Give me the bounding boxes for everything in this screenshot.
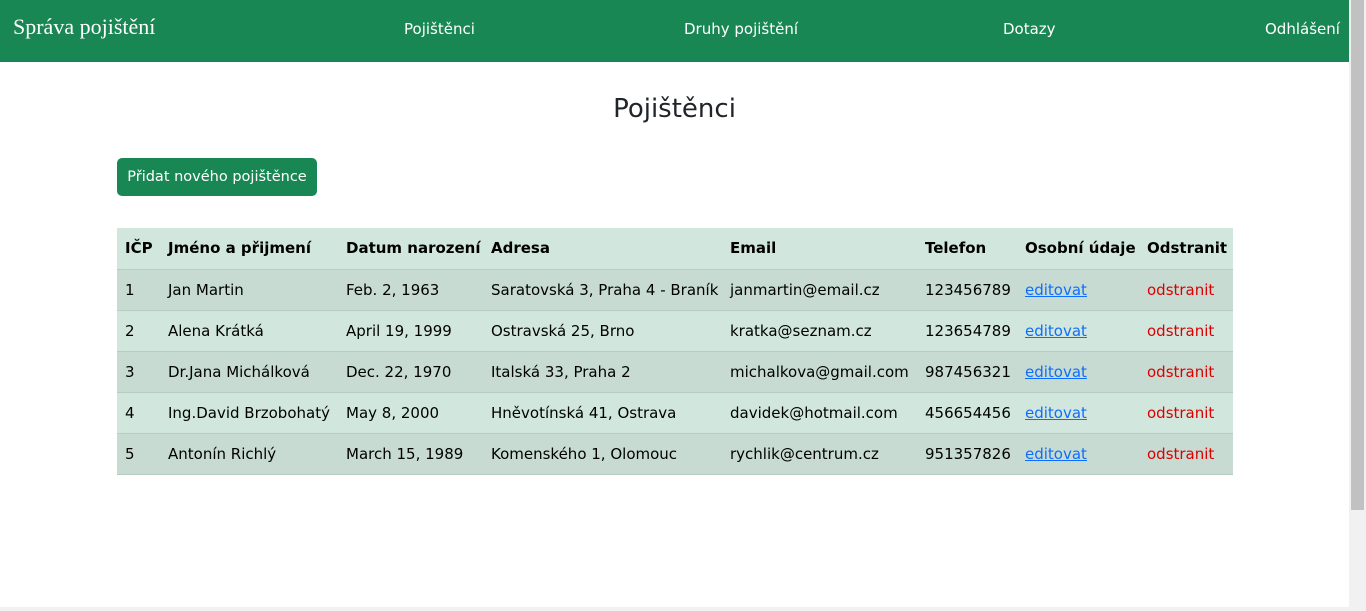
column-header-name: Jméno a přijmení bbox=[160, 228, 338, 270]
remove-link[interactable]: odstranit bbox=[1147, 322, 1214, 340]
cell-email: davidek@hotmail.com bbox=[722, 392, 917, 434]
cell-remove: odstranit bbox=[1139, 269, 1233, 311]
table-header-row: IČP Jméno a přijmení Datum narození Adre… bbox=[117, 228, 1233, 270]
edit-link[interactable]: editovat bbox=[1025, 445, 1087, 463]
cell-edit: editovat bbox=[1017, 351, 1139, 393]
cell-remove: odstranit bbox=[1139, 433, 1233, 475]
add-insured-button[interactable]: Přidat nového pojištěnce bbox=[117, 158, 317, 196]
cell-icp: 2 bbox=[117, 310, 160, 352]
cell-birth: Feb. 2, 1963 bbox=[338, 269, 483, 311]
column-header-address: Adresa bbox=[483, 228, 722, 270]
remove-link[interactable]: odstranit bbox=[1147, 404, 1214, 422]
cell-email: kratka@seznam.cz bbox=[722, 310, 917, 352]
edit-link[interactable]: editovat bbox=[1025, 363, 1087, 381]
page-title: Pojištěnci bbox=[613, 94, 736, 124]
insured-table: IČP Jméno a přijmení Datum narození Adre… bbox=[117, 228, 1233, 475]
cell-birth: March 15, 1989 bbox=[338, 433, 483, 475]
table-row: 5 Antonín Richlý March 15, 1989 Komenské… bbox=[117, 433, 1233, 475]
column-header-phone: Telefon bbox=[917, 228, 1017, 270]
cell-remove: odstranit bbox=[1139, 351, 1233, 393]
cell-phone: 987456321 bbox=[917, 351, 1017, 393]
cell-name: Alena Krátká bbox=[160, 310, 338, 352]
cell-name: Ing.David Brzobohatý bbox=[160, 392, 338, 434]
remove-link[interactable]: odstranit bbox=[1147, 445, 1214, 463]
top-navbar: Správa pojištění Pojištěnci Druhy pojišt… bbox=[0, 0, 1349, 62]
cell-address: Ostravská 25, Brno bbox=[483, 310, 722, 352]
cell-phone: 456654456 bbox=[917, 392, 1017, 434]
column-header-email: Email bbox=[722, 228, 917, 270]
cell-birth: April 19, 1999 bbox=[338, 310, 483, 352]
nav-link-odhlaseni[interactable]: Odhlášení bbox=[1265, 20, 1340, 38]
cell-name: Jan Martin bbox=[160, 269, 338, 311]
column-header-personal: Osobní údaje bbox=[1017, 228, 1139, 270]
cell-address: Saratovská 3, Praha 4 - Braník bbox=[483, 269, 722, 311]
table-row: 3 Dr.Jana Michálková Dec. 22, 1970 Itals… bbox=[117, 351, 1233, 393]
column-header-remove: Odstranit bbox=[1139, 228, 1233, 270]
edit-link[interactable]: editovat bbox=[1025, 281, 1087, 299]
cell-remove: odstranit bbox=[1139, 392, 1233, 434]
cell-icp: 1 bbox=[117, 269, 160, 311]
cell-remove: odstranit bbox=[1139, 310, 1233, 352]
cell-edit: editovat bbox=[1017, 392, 1139, 434]
cell-address: Italská 33, Praha 2 bbox=[483, 351, 722, 393]
cell-edit: editovat bbox=[1017, 310, 1139, 352]
table-row: 4 Ing.David Brzobohatý May 8, 2000 Hněvo… bbox=[117, 392, 1233, 434]
cell-icp: 3 bbox=[117, 351, 160, 393]
cell-icp: 5 bbox=[117, 433, 160, 475]
edit-link[interactable]: editovat bbox=[1025, 322, 1087, 340]
edit-link[interactable]: editovat bbox=[1025, 404, 1087, 422]
cell-phone: 951357826 bbox=[917, 433, 1017, 475]
brand-link[interactable]: Správa pojištění bbox=[13, 14, 155, 40]
table-row: 2 Alena Krátká April 19, 1999 Ostravská … bbox=[117, 310, 1233, 352]
cell-email: rychlik@centrum.cz bbox=[722, 433, 917, 475]
cell-address: Komenského 1, Olomouc bbox=[483, 433, 722, 475]
cell-icp: 4 bbox=[117, 392, 160, 434]
nav-link-druhy-pojisteni[interactable]: Druhy pojištění bbox=[684, 20, 798, 38]
column-header-birth: Datum narození bbox=[338, 228, 483, 270]
nav-link-pojistenci[interactable]: Pojištěnci bbox=[404, 20, 475, 38]
remove-link[interactable]: odstranit bbox=[1147, 281, 1214, 299]
nav-link-dotazy[interactable]: Dotazy bbox=[1003, 20, 1056, 38]
table-row: 1 Jan Martin Feb. 2, 1963 Saratovská 3, … bbox=[117, 269, 1233, 311]
cell-email: michalkova@gmail.com bbox=[722, 351, 917, 393]
cell-edit: editovat bbox=[1017, 433, 1139, 475]
bottom-scroll-edge bbox=[0, 607, 1349, 611]
cell-name: Antonín Richlý bbox=[160, 433, 338, 475]
cell-birth: Dec. 22, 1970 bbox=[338, 351, 483, 393]
cell-birth: May 8, 2000 bbox=[338, 392, 483, 434]
vertical-scrollbar-thumb[interactable] bbox=[1351, 0, 1364, 510]
cell-edit: editovat bbox=[1017, 269, 1139, 311]
cell-email: janmartin@email.cz bbox=[722, 269, 917, 311]
cell-address: Hněvotínská 41, Ostrava bbox=[483, 392, 722, 434]
cell-phone: 123654789 bbox=[917, 310, 1017, 352]
cell-name: Dr.Jana Michálková bbox=[160, 351, 338, 393]
column-header-icp: IČP bbox=[117, 228, 160, 270]
remove-link[interactable]: odstranit bbox=[1147, 363, 1214, 381]
cell-phone: 123456789 bbox=[917, 269, 1017, 311]
